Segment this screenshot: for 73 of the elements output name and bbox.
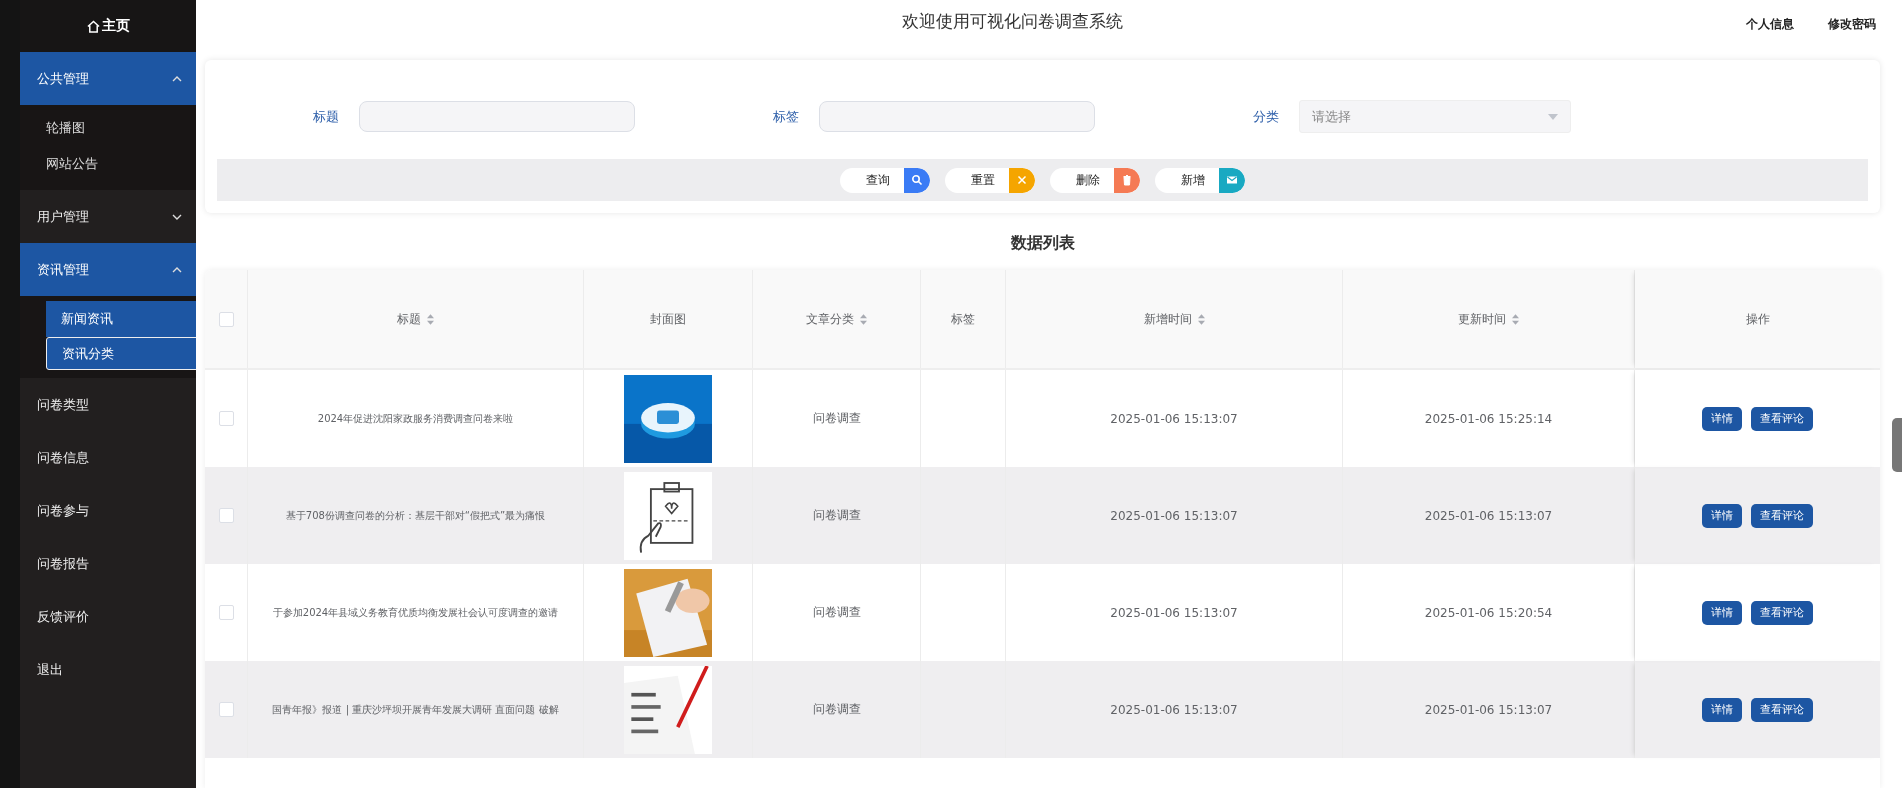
action-button[interactable]: 删除 (1050, 167, 1140, 193)
table-cell: 2024年促进沈阳家政服务消费调查问卷来啦 (317, 411, 514, 426)
chevron-down-icon (172, 213, 182, 220)
field-label: 标题 (313, 107, 339, 126)
table-cell: 2025-01-06 15:13:07 (1110, 508, 1238, 523)
table-cell: 2025-01-06 15:20:54 (1424, 605, 1553, 620)
table-cell: 2025-01-06 15:13:07 (1110, 702, 1238, 717)
column-header[interactable]: 标题 (248, 270, 584, 368)
envelope-icon (1219, 167, 1245, 193)
row-checkbox[interactable] (218, 605, 234, 620)
menu-item[interactable]: 退出 (20, 643, 196, 696)
submenu-item[interactable]: 资讯分类 (46, 337, 196, 370)
row-action-button[interactable]: 查看评论 (1751, 406, 1813, 431)
submenu-item[interactable]: 网站公告 (20, 146, 196, 182)
row-action-button[interactable]: 详情 (1702, 697, 1742, 722)
column-header: 操作 (1635, 270, 1880, 368)
header-link[interactable]: 个人信息 (1746, 16, 1794, 33)
table-cell: 问卷调查 (812, 507, 861, 524)
column-header: 封面图 (584, 270, 753, 368)
table-cell: 2025-01-06 15:25:14 (1424, 411, 1553, 426)
search-icon (904, 167, 930, 193)
select-all-checkbox[interactable] (218, 311, 234, 327)
menu-item[interactable]: 问卷类型 (20, 378, 196, 431)
scroll-handle[interactable] (1892, 418, 1902, 472)
menu-item[interactable]: 问卷信息 (20, 431, 196, 484)
dropdown-arrow-icon (1548, 113, 1558, 120)
column-header[interactable]: 新增时间 (1006, 270, 1343, 368)
row-checkbox[interactable] (218, 508, 234, 523)
chevron-up-icon (172, 75, 182, 82)
table-cell: 2025-01-06 15:13:07 (1424, 702, 1553, 717)
home-icon (86, 19, 100, 33)
table-cell: 国青年报》报道 | 重庆沙坪坝开展青年发展大调研 直面问题 破解 (272, 702, 559, 717)
row-action-button[interactable]: 详情 (1702, 406, 1742, 431)
trash-icon (1114, 167, 1140, 193)
page-title: 欢迎使用可视化问卷调查系统 (902, 10, 1123, 33)
menu-item[interactable]: 问卷参与 (20, 484, 196, 537)
input-field[interactable] (819, 101, 1095, 132)
row-action-button[interactable]: 详情 (1702, 503, 1742, 528)
row-action-button[interactable]: 详情 (1702, 600, 1742, 625)
table-cell: 2025-01-06 15:13:07 (1424, 508, 1553, 523)
table-cell: 于参加2024年县域义务教育优质均衡发展社会认可度调查的邀请 (272, 605, 559, 620)
row-checkbox[interactable] (218, 411, 234, 426)
field-label: 分类 (1253, 107, 1279, 126)
home-link[interactable]: 主页 (20, 0, 196, 52)
submenu-item[interactable]: 轮播图 (20, 110, 196, 146)
menu-item[interactable]: 问卷报告 (20, 537, 196, 590)
input-field[interactable] (359, 101, 635, 132)
table-cell: 2025-01-06 15:13:07 (1110, 605, 1238, 620)
close-icon (1009, 167, 1035, 193)
table-cell: 问卷调查 (812, 410, 861, 427)
row-checkbox[interactable] (218, 702, 234, 717)
header-link[interactable]: 修改密码 (1828, 16, 1876, 33)
chevron-up-icon (172, 266, 182, 273)
table-cell: 基于708份调查问卷的分析：基层干部对“假把式”最为痛恨 (285, 508, 546, 523)
column-header[interactable]: 更新时间 (1343, 270, 1635, 368)
row-action-button[interactable]: 查看评论 (1751, 600, 1813, 625)
menu-item[interactable]: 公共管理 (20, 52, 196, 105)
action-button[interactable]: 查询 (840, 167, 930, 193)
field-label: 标签 (773, 107, 799, 126)
table-cell: 2025-01-06 15:13:07 (1110, 411, 1238, 426)
column-header[interactable]: 文章分类 (753, 270, 921, 368)
menu-item[interactable]: 资讯管理 (20, 243, 196, 296)
submenu-item[interactable]: 新闻资讯 (46, 301, 196, 337)
row-action-button[interactable]: 查看评论 (1751, 503, 1813, 528)
column-header: 标签 (921, 270, 1006, 368)
table-cell: 问卷调查 (812, 701, 861, 718)
action-button[interactable]: 新增 (1155, 167, 1245, 193)
menu-item[interactable]: 用户管理 (20, 190, 196, 243)
action-button[interactable]: 重置 (945, 167, 1035, 193)
row-action-button[interactable]: 查看评论 (1751, 697, 1813, 722)
list-title: 数据列表 (1009, 233, 1076, 254)
menu-item[interactable]: 反馈评价 (20, 590, 196, 643)
table-cell: 问卷调查 (812, 604, 861, 621)
